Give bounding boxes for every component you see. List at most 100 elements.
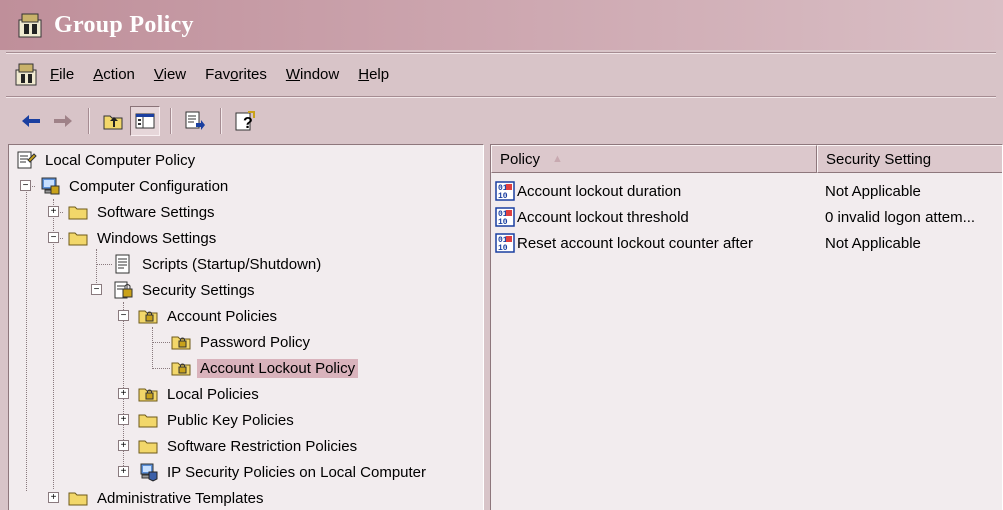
tree-item-password-policy[interactable]: Password Policy: [170, 329, 313, 355]
window-title: Group Policy: [54, 11, 194, 38]
expand-toggle[interactable]: +: [48, 492, 59, 503]
forward-button[interactable]: [48, 106, 78, 136]
secure-folder-icon: [138, 388, 158, 402]
folder-icon: [68, 232, 88, 246]
svg-text:10: 10: [498, 192, 508, 201]
tree-item-label: Local Policies: [167, 385, 259, 403]
expand-toggle[interactable]: +: [118, 466, 129, 477]
tree-item-label: Computer Configuration: [69, 177, 229, 195]
security-setting-value: Not Applicable: [825, 182, 921, 200]
policy-setting-icon: 0110: [495, 181, 515, 201]
svg-text:10: 10: [498, 218, 508, 227]
script-icon: [115, 254, 130, 274]
collapse-toggle[interactable]: −: [20, 180, 31, 191]
policy-name: Reset account lockout counter after: [517, 234, 753, 252]
policy-setting-icon: 0110: [495, 233, 515, 253]
tree-item-security-settings[interactable]: Security Settings: [112, 277, 258, 303]
tree-item-local-computer-policy[interactable]: Local Computer Policy: [15, 147, 198, 173]
tree-item-scripts[interactable]: Scripts (Startup/Shutdown): [112, 251, 324, 277]
tree-item-local-policies[interactable]: Local Policies: [137, 381, 262, 407]
secure-folder-icon: [138, 310, 158, 324]
column-header-label: Security Setting: [826, 150, 932, 168]
details-pane[interactable]: Policy ▲ Security Setting 01 10 Account l…: [490, 144, 1003, 510]
forward-icon: [54, 115, 72, 127]
help-icon: ?: [235, 111, 255, 132]
sort-ascending-icon: ▲: [552, 153, 563, 165]
tree-item-account-policies[interactable]: Account Policies: [137, 303, 280, 329]
tree-item-software-settings[interactable]: Software Settings: [67, 199, 218, 225]
title-bar[interactable]: Group Policy: [0, 0, 1003, 50]
toolbar-separator: [88, 108, 90, 134]
tree-item-label: Scripts (Startup/Shutdown): [142, 255, 322, 273]
tree-item-label: Software Settings: [97, 203, 215, 221]
secure-folder-icon: [171, 336, 191, 350]
back-icon: [22, 115, 40, 127]
export-list-button[interactable]: [180, 106, 210, 136]
expand-toggle[interactable]: +: [118, 440, 129, 451]
collapse-toggle[interactable]: −: [118, 310, 129, 321]
column-header-security-setting[interactable]: Security Setting: [817, 145, 1002, 173]
svg-text:10: 10: [498, 244, 508, 253]
help-button[interactable]: ?: [230, 106, 260, 136]
tree-item-label-selected: Account Lockout Policy: [197, 358, 359, 378]
separator: [6, 96, 996, 98]
folder-icon: [138, 440, 158, 454]
tree-item-label: Account Policies: [167, 307, 278, 325]
group-policy-icon: [18, 13, 42, 38]
tree-connector: [152, 368, 170, 369]
separator: [6, 52, 996, 54]
tree-item-label: Public Key Policies: [167, 411, 294, 429]
tree-item-label: IP Security Policies on Local Computer: [167, 463, 427, 481]
ip-security-icon: [140, 463, 158, 482]
folder-icon: [138, 414, 158, 428]
policy-name: Account lockout threshold: [517, 208, 689, 226]
show-hide-tree-button[interactable]: [130, 106, 160, 136]
list-item[interactable]: 01 10 Reset account lockout counter after…: [491, 230, 1002, 256]
tree-item-software-restriction-policies[interactable]: Software Restriction Policies: [137, 433, 360, 459]
tree-item-label: Local Computer Policy: [45, 151, 196, 169]
toolbar-separator: [170, 108, 172, 134]
collapse-toggle[interactable]: −: [91, 284, 102, 295]
computer-icon: [41, 177, 60, 195]
tree-item-computer-configuration[interactable]: Computer Configuration: [39, 173, 231, 199]
policy-setting-icon: 0110: [495, 207, 515, 227]
menu-bar: File Action View Favorites Window Help: [0, 56, 1003, 92]
show-hide-tree-icon: [135, 113, 155, 129]
tree-item-label: Security Settings: [142, 281, 255, 299]
tree-item-account-lockout-policy[interactable]: Account Lockout Policy: [170, 355, 359, 381]
tree-item-windows-settings[interactable]: Windows Settings: [67, 225, 219, 251]
menu-help[interactable]: Help: [358, 66, 389, 83]
tree-item-label: Software Restriction Policies: [167, 437, 358, 455]
tree-item-public-key-policies[interactable]: Public Key Policies: [137, 407, 297, 433]
security-settings-icon: [114, 281, 133, 299]
tree-connector: [26, 181, 27, 491]
tree-item-administrative-templates[interactable]: Administrative Templates: [67, 485, 266, 510]
column-header-label: Policy: [500, 150, 541, 168]
list-item[interactable]: 01 10 Account lockout threshold 0 invalid…: [491, 204, 1002, 230]
console-tree[interactable]: Local Computer Policy − Computer Configu…: [8, 144, 484, 510]
column-header-row: Policy ▲ Security Setting: [491, 145, 1002, 173]
list-item[interactable]: 01 10 Account lockout duration Not Applic…: [491, 178, 1002, 204]
up-one-level-button[interactable]: [98, 106, 128, 136]
tree-connector: [152, 327, 153, 369]
security-setting-value: 0 invalid logon attem...: [825, 208, 976, 226]
collapse-toggle[interactable]: −: [48, 232, 59, 243]
expand-toggle[interactable]: +: [118, 414, 129, 425]
expand-toggle[interactable]: +: [118, 388, 129, 399]
expand-toggle[interactable]: +: [48, 206, 59, 217]
menu-window[interactable]: Window: [286, 66, 339, 83]
menu-favorites[interactable]: Favorites: [205, 66, 267, 83]
folder-icon: [68, 206, 88, 220]
tree-item-ip-security-policies[interactable]: IP Security Policies on Local Computer: [137, 459, 429, 485]
back-button[interactable]: [16, 106, 46, 136]
secure-folder-icon: [171, 362, 191, 376]
menu-action[interactable]: Action: [93, 66, 135, 83]
menu-view[interactable]: View: [154, 66, 186, 83]
column-header-policy[interactable]: Policy ▲: [491, 145, 817, 173]
svg-text:?: ?: [243, 115, 253, 132]
tree-item-label: Password Policy: [200, 333, 311, 351]
menu-file[interactable]: File: [50, 66, 74, 83]
policy-icon: [17, 151, 37, 169]
security-setting-value: Not Applicable: [825, 234, 921, 252]
group-policy-icon[interactable]: [14, 61, 40, 87]
